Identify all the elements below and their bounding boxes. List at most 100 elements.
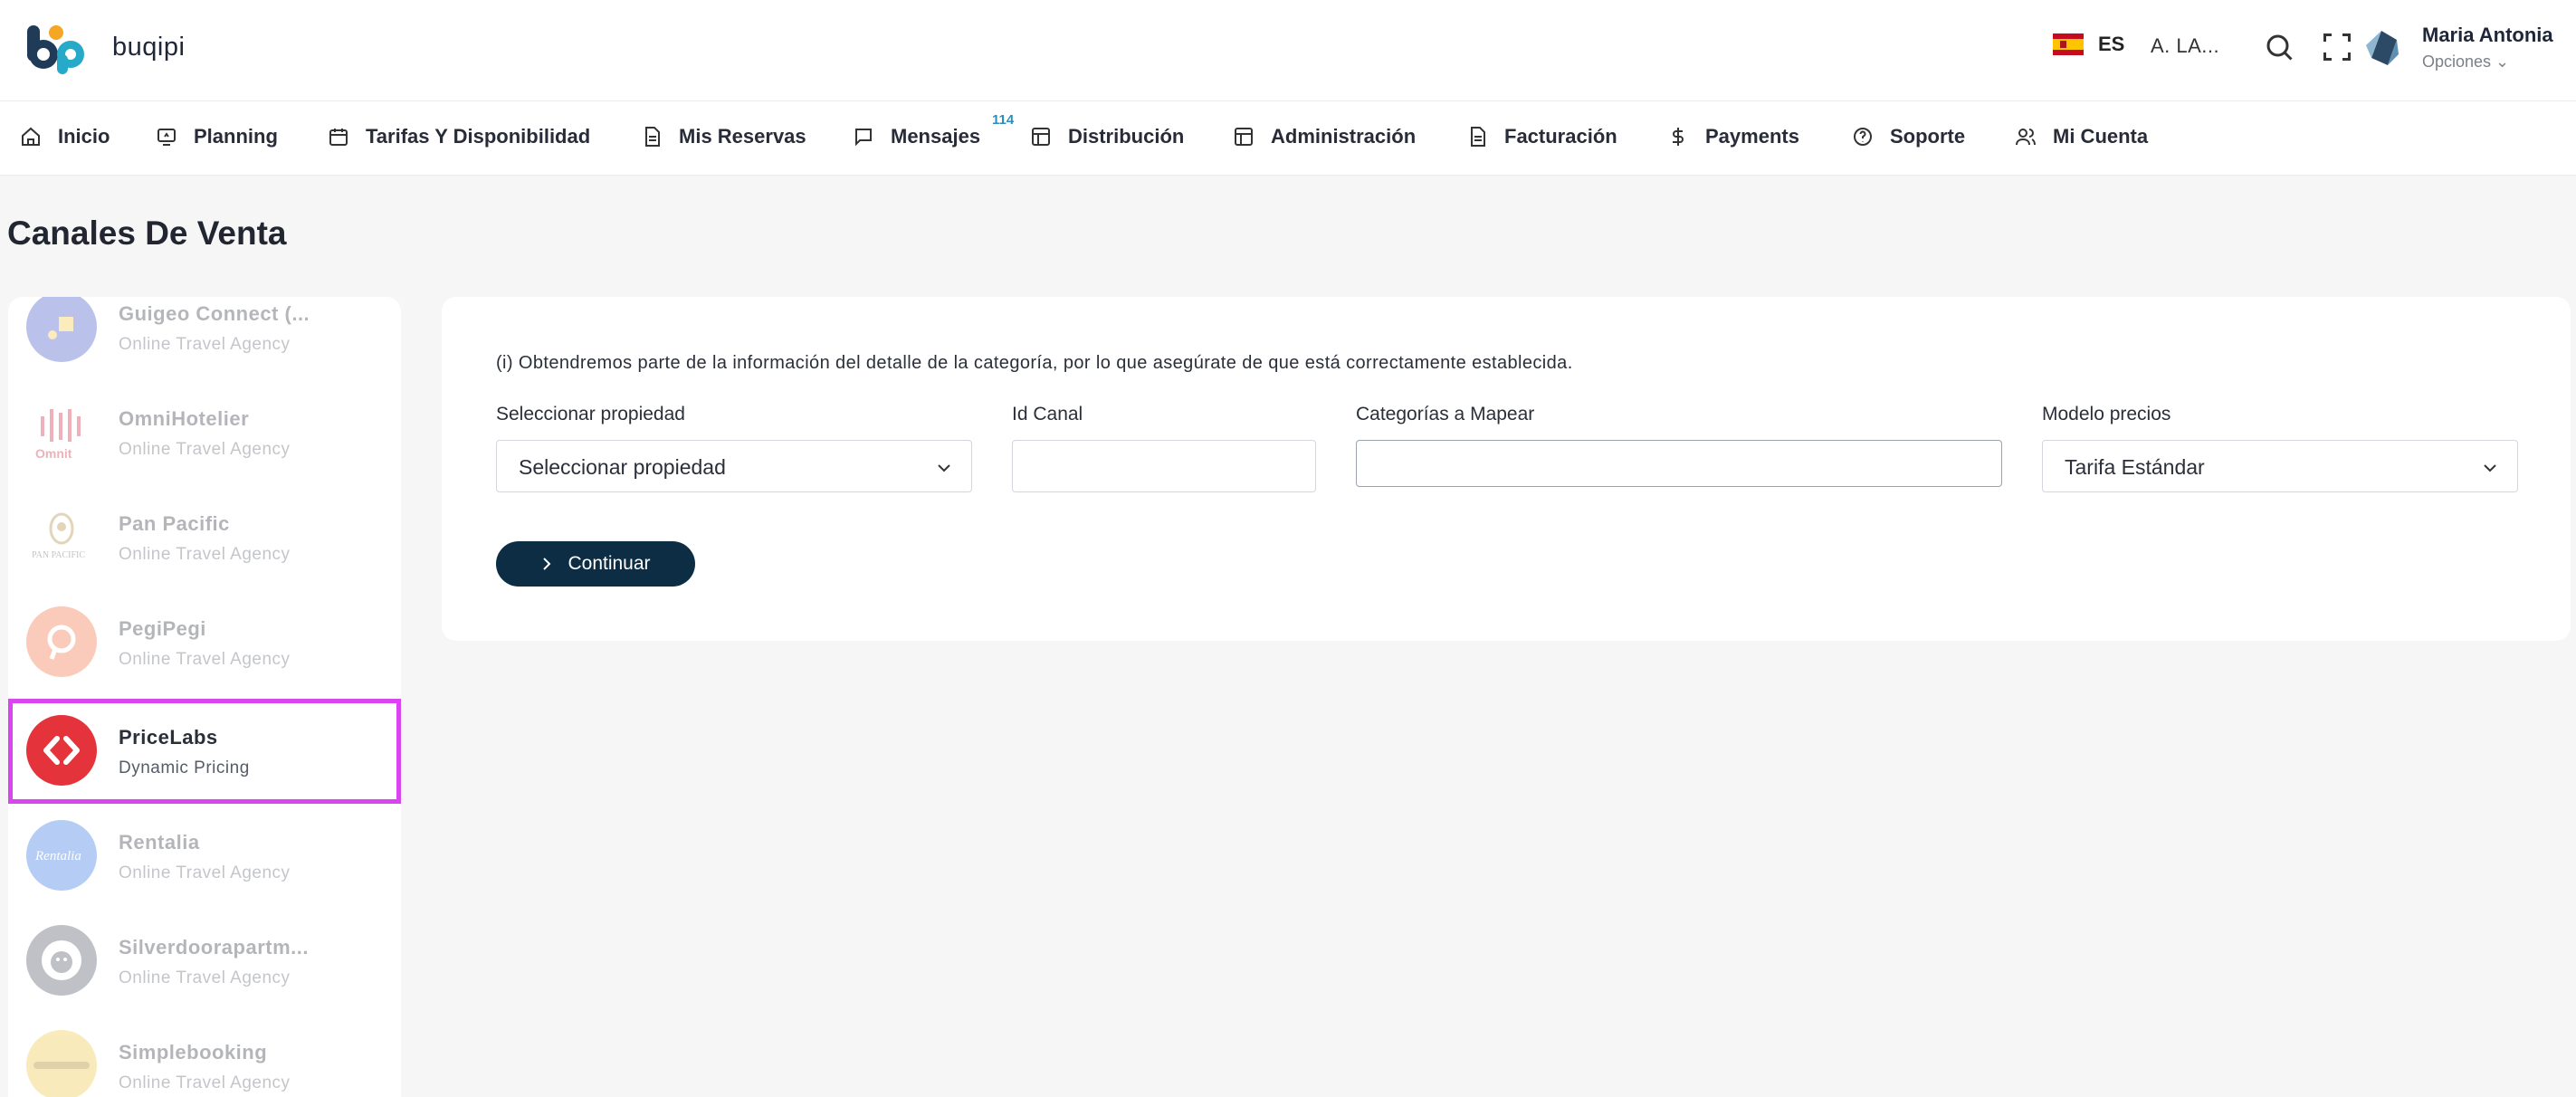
channel-type: Online Travel Agency [119,440,291,459]
pricelabs-logo-icon [26,715,97,786]
messages-badge: 114 [992,112,1015,128]
nav-label: Distribución [1068,125,1185,148]
channel-type: Online Travel Agency [119,545,291,564]
avatar[interactable] [2361,27,2402,69]
help-icon [1854,128,1872,146]
chevron-down-icon [938,464,950,472]
layout-icon [1032,128,1050,146]
pegipegi-logo-icon [26,606,97,677]
brand-name: buqipi [112,32,186,62]
nav-item-tarifas[interactable]: Tarifas Y Disponibilidad [328,125,590,148]
document-icon [1471,127,1485,147]
language-selector[interactable]: ES [2053,33,2124,56]
nav-item-reservas[interactable]: Mis Reservas [641,125,806,148]
continue-button[interactable]: Continuar [496,541,695,587]
nav-item-mi-cuenta[interactable]: Mi Cuenta [2015,125,2148,148]
nav-label: Soporte [1890,125,1966,148]
chevron-right-icon [543,558,551,570]
main-nav: Inicio Planning Tarifas Y Disponibilidad… [0,101,2576,176]
planning-icon [157,129,176,146]
channel-type: Online Travel Agency [119,335,291,354]
channel-item-pan-pacific[interactable]: PAN PACIFIC Pan Pacific Online Travel Ag… [8,485,401,590]
channel-type: Online Travel Agency [119,1073,291,1092]
channel-type: Online Travel Agency [119,650,291,669]
fullscreen-icon[interactable] [2321,31,2353,63]
categories-label: Categorías a Mapear [1356,404,1535,424]
channel-item-rentalia[interactable]: Rentalia Rentalia Online Travel Agency [8,804,401,909]
channel-type: Online Travel Agency [119,863,291,882]
channel-type: Online Travel Agency [119,968,291,987]
pan-pacific-logo-icon: PAN PACIFIC [26,501,97,572]
search-icon[interactable] [2263,31,2295,63]
brand-logo[interactable]: buqipi [25,20,185,74]
pricing-model-label: Modelo precios [2042,404,2171,424]
nav-label: Mensajes [891,125,981,148]
pricing-model-value: Tarifa Estándar [2065,455,2205,479]
chevron-down-icon [2484,464,2496,472]
guigeo-logo-icon [26,297,97,362]
nav-item-mensajes[interactable]: Mensajes [853,125,980,148]
pricing-model-select[interactable]: Tarifa Estándar [2042,440,2518,492]
nav-label: Administración [1271,125,1417,148]
svg-text:Rentalia: Rentalia [34,849,81,863]
nav-label: Inicio [58,125,110,148]
layout-icon [1235,128,1253,146]
user-name: Maria Antonia [2422,24,2553,46]
property-label: Seleccionar propiedad [496,404,685,424]
channel-item-silverdoor[interactable]: Silverdoorapartm... Online Travel Agency [8,909,401,1014]
calendar-icon [329,129,348,146]
language-code: ES [2098,33,2125,55]
nav-item-distribucion[interactable]: Distribución [1030,125,1184,148]
info-message: (i) Obtendremos parte de la información … [496,353,1573,373]
document-icon [645,127,660,147]
top-header: buqipi ES A. LA... Maria Antonia Opcione… [0,0,2576,101]
home-icon [22,127,40,146]
svg-text:PAN PACIFIC: PAN PACIFIC [32,550,85,560]
buqipi-logo-icon [27,25,84,74]
spain-flag-icon [2053,33,2084,55]
user-options: Opciones ⌄ [2422,52,2510,71]
continue-label: Continuar [568,553,651,574]
nav-item-planning[interactable]: Planning [156,125,278,148]
channel-list[interactable]: Guigeo Connect (... Online Travel Agency… [8,297,401,1097]
svg-text:Omnit: Omnit [35,446,72,461]
nav-label: Mi Cuenta [2053,125,2149,148]
nav-label: Tarifas Y Disponibilidad [366,125,591,148]
property-select[interactable]: Seleccionar propiedad [496,440,972,492]
nav-label: Planning [194,125,278,148]
nav-label: Mis Reservas [679,125,806,148]
channel-item-pricelabs[interactable]: PriceLabs Dynamic Pricing [8,699,401,804]
nav-label: Payments [1705,125,1799,148]
channel-item-omnihotelier[interactable]: Omnit OmniHotelier Online Travel Agency [8,380,401,485]
page-title: Canales De Venta [7,215,287,252]
silverdoor-lion-logo-icon [26,925,97,996]
categories-input[interactable] [1356,440,2002,487]
users-icon [2016,129,2036,146]
property-selector[interactable]: A. LA... [2151,34,2219,58]
nav-item-administracion[interactable]: Administración [1233,125,1416,148]
dollar-icon [1673,128,1684,146]
channel-name: Pan Pacific [119,512,230,535]
channel-name: PegiPegi [119,617,206,640]
channel-id-label: Id Canal [1012,404,1083,424]
channel-item-pegipegi[interactable]: PegiPegi Online Travel Agency [8,590,401,695]
chat-icon [855,129,872,147]
channel-name: Silverdoorapartm... [119,936,310,959]
channel-item-simplebooking[interactable]: Simplebooking Online Travel Agency [8,1014,401,1097]
channel-item-guigeo[interactable]: Guigeo Connect (... Online Travel Agency [8,297,401,380]
property-select-value: Seleccionar propiedad [519,455,726,479]
nav-item-facturacion[interactable]: Facturación [1466,125,1617,148]
omnihotelier-logo-icon: Omnit [26,396,97,467]
channel-name: Simplebooking [119,1041,268,1064]
channel-name: OmniHotelier [119,407,250,430]
rentalia-logo-icon: Rentalia [26,820,97,891]
channel-id-input[interactable] [1012,440,1316,492]
nav-item-inicio[interactable]: Inicio [20,125,110,148]
nav-label: Facturación [1504,125,1617,148]
channel-name: Rentalia [119,831,200,854]
channel-name: PriceLabs [119,726,218,749]
user-menu[interactable]: Maria Antonia Opciones ⌄ [2422,24,2553,72]
nav-item-soporte[interactable]: Soporte [1852,125,1965,148]
nav-item-payments[interactable]: Payments [1667,125,1799,148]
channel-type: Dynamic Pricing [119,758,250,777]
